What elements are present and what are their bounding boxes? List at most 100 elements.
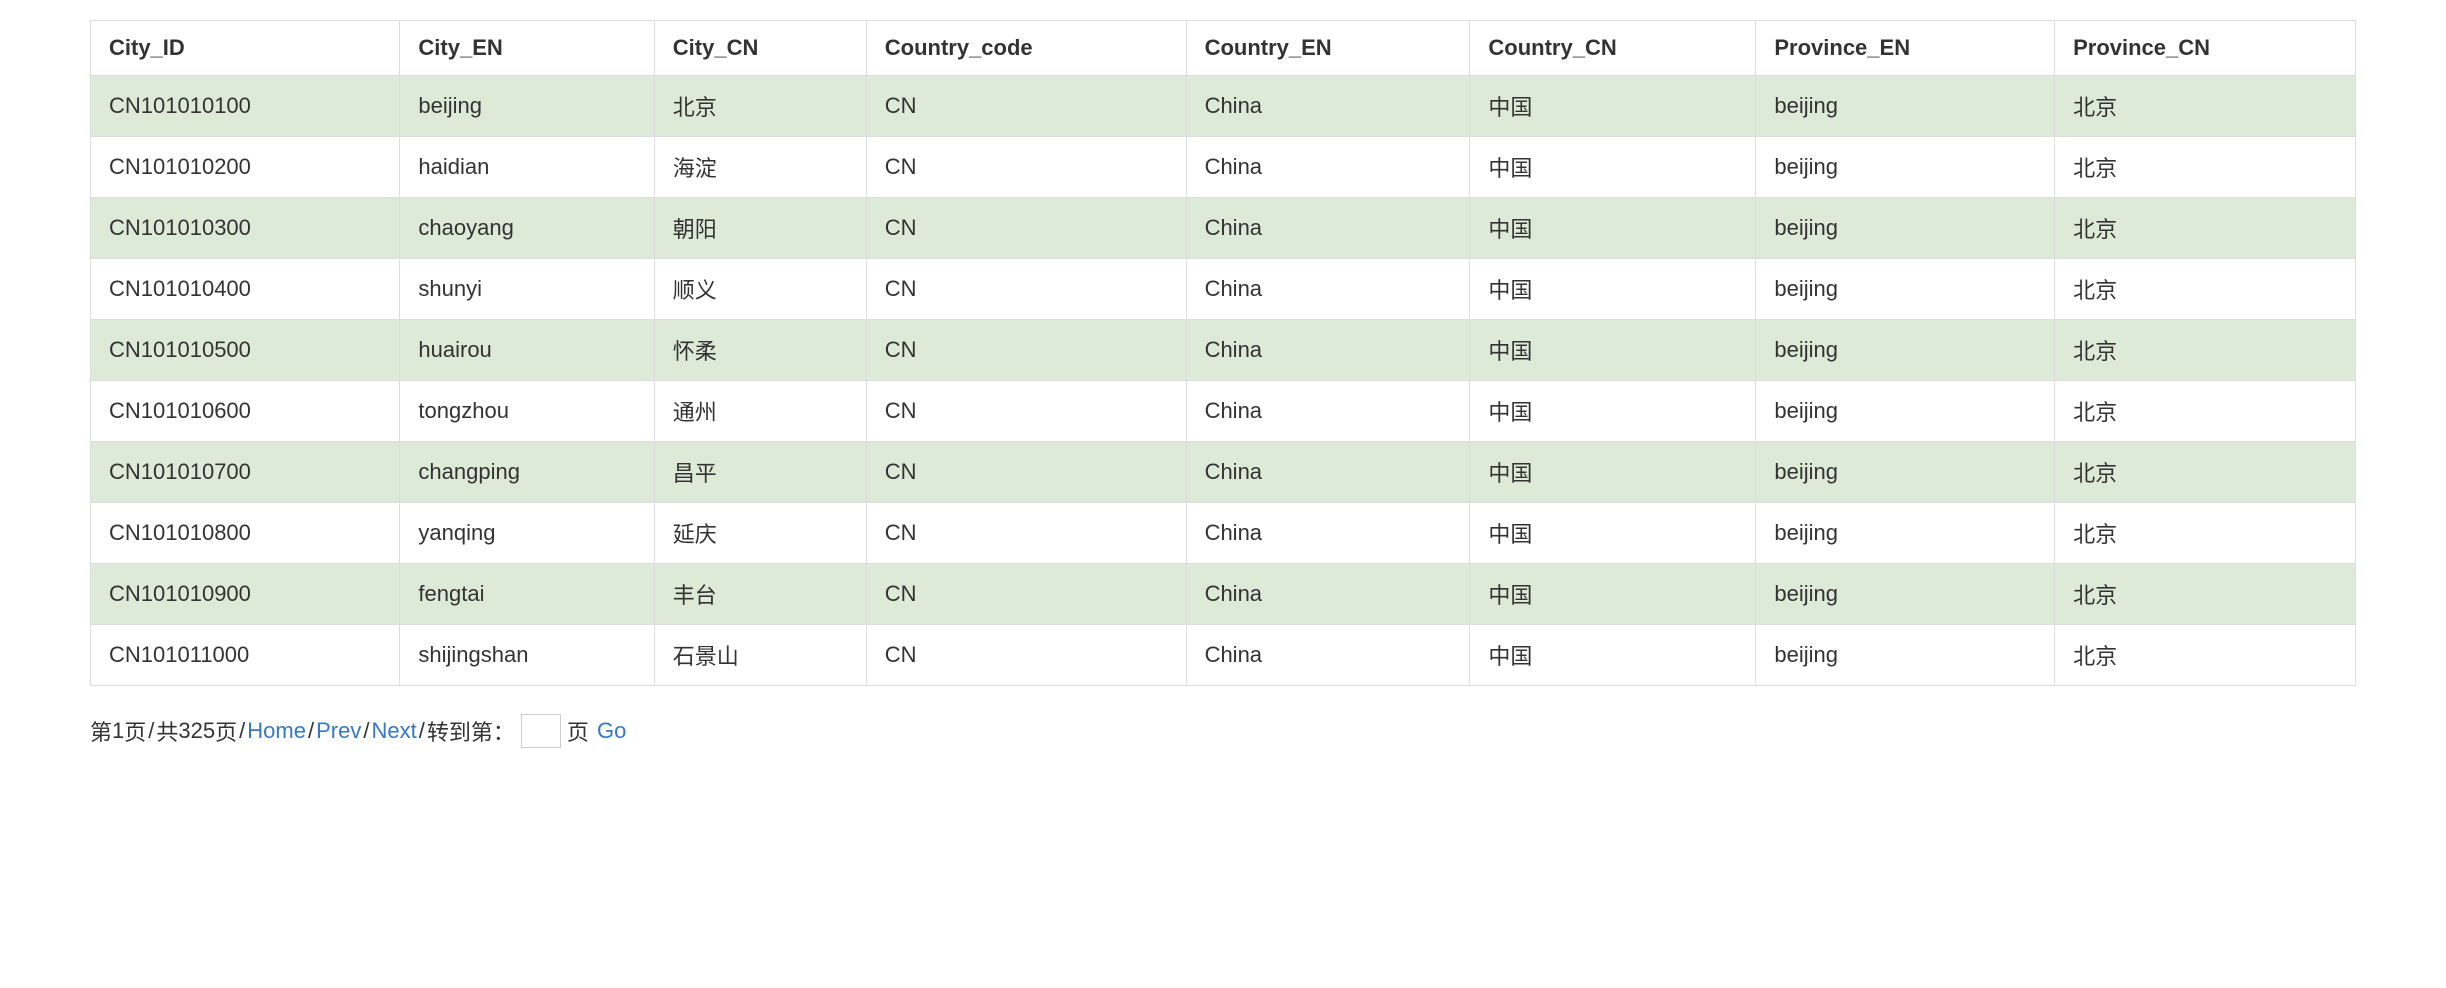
separator: / — [148, 718, 154, 744]
table-cell: 怀柔 — [654, 320, 866, 381]
table-cell: CN101010100 — [91, 76, 400, 137]
separator: / — [363, 718, 369, 744]
table-cell: 北京 — [2055, 442, 2356, 503]
table-cell: China — [1186, 76, 1470, 137]
table-cell: shunyi — [400, 259, 654, 320]
table-cell: CN — [866, 503, 1186, 564]
table-cell: CN101010800 — [91, 503, 400, 564]
table-cell: 石景山 — [654, 625, 866, 686]
current-page-suffix: 页 — [124, 715, 146, 747]
table-cell: 北京 — [2055, 198, 2356, 259]
table-cell: CN — [866, 76, 1186, 137]
table-row: CN101011000shijingshan石景山CNChina中国beijin… — [91, 625, 2356, 686]
table-header-row: City_IDCity_ENCity_CNCountry_codeCountry… — [91, 21, 2356, 76]
table-cell: 延庆 — [654, 503, 866, 564]
home-link[interactable]: Home — [247, 718, 306, 744]
next-link[interactable]: Next — [371, 718, 416, 744]
column-header: City_CN — [654, 21, 866, 76]
table-row: CN101010600tongzhou通州CNChina中国beijing北京 — [91, 381, 2356, 442]
pagination-bar: 第1页/ 共325页/ Home/ Prev/ Next/ 转到第： 页 Go — [90, 714, 2356, 748]
goto-page-input[interactable] — [521, 714, 561, 748]
table-cell: fengtai — [400, 564, 654, 625]
column-header: Country_code — [866, 21, 1186, 76]
column-header: City_ID — [91, 21, 400, 76]
table-row: CN101010900fengtai丰台CNChina中国beijing北京 — [91, 564, 2356, 625]
table-cell: China — [1186, 442, 1470, 503]
table-cell: tongzhou — [400, 381, 654, 442]
table-cell: CN — [866, 137, 1186, 198]
separator: / — [239, 718, 245, 744]
table-cell: China — [1186, 503, 1470, 564]
prev-link[interactable]: Prev — [316, 718, 361, 744]
page-unit-label: 页 — [567, 715, 589, 747]
table-cell: 海淀 — [654, 137, 866, 198]
table-cell: 中国 — [1470, 198, 1756, 259]
table-cell: 北京 — [2055, 503, 2356, 564]
table-cell: 丰台 — [654, 564, 866, 625]
table-cell: beijing — [1756, 198, 2055, 259]
table-cell: beijing — [1756, 442, 2055, 503]
table-cell: 北京 — [654, 76, 866, 137]
table-cell: China — [1186, 198, 1470, 259]
table-cell: beijing — [400, 76, 654, 137]
table-cell: CN — [866, 564, 1186, 625]
table-cell: CN101010200 — [91, 137, 400, 198]
table-cell: China — [1186, 320, 1470, 381]
table-cell: 中国 — [1470, 625, 1756, 686]
table-cell: 中国 — [1470, 137, 1756, 198]
table-cell: China — [1186, 625, 1470, 686]
table-cell: CN101010500 — [91, 320, 400, 381]
table-cell: CN — [866, 381, 1186, 442]
table-cell: 中国 — [1470, 320, 1756, 381]
table-cell: 中国 — [1470, 442, 1756, 503]
column-header: Province_EN — [1756, 21, 2055, 76]
table-row: CN101010800yanqing延庆CNChina中国beijing北京 — [91, 503, 2356, 564]
table-row: CN101010700changping昌平CNChina中国beijing北京 — [91, 442, 2356, 503]
total-pages-prefix: 共 — [156, 715, 178, 747]
table-cell: beijing — [1756, 259, 2055, 320]
table-header: City_IDCity_ENCity_CNCountry_codeCountry… — [91, 21, 2356, 76]
table-cell: 通州 — [654, 381, 866, 442]
table-cell: beijing — [1756, 625, 2055, 686]
table-cell: beijing — [1756, 381, 2055, 442]
column-header: Country_CN — [1470, 21, 1756, 76]
table-cell: CN101010300 — [91, 198, 400, 259]
total-pages-number: 325 — [178, 718, 215, 744]
table-cell: 昌平 — [654, 442, 866, 503]
go-link[interactable]: Go — [597, 718, 626, 744]
table-body: CN101010100beijing北京CNChina中国beijing北京CN… — [91, 76, 2356, 686]
table-cell: China — [1186, 381, 1470, 442]
table-cell: CN101010400 — [91, 259, 400, 320]
table-row: CN101010500huairou怀柔CNChina中国beijing北京 — [91, 320, 2356, 381]
table-row: CN101010400shunyi顺义CNChina中国beijing北京 — [91, 259, 2356, 320]
column-header: Province_CN — [2055, 21, 2356, 76]
total-pages-suffix: 页 — [215, 715, 237, 747]
table-cell: 北京 — [2055, 76, 2356, 137]
table-cell: 朝阳 — [654, 198, 866, 259]
table-cell: 北京 — [2055, 320, 2356, 381]
table-cell: chaoyang — [400, 198, 654, 259]
table-row: CN101010300chaoyang朝阳CNChina中国beijing北京 — [91, 198, 2356, 259]
separator: / — [419, 718, 425, 744]
table-cell: 中国 — [1470, 76, 1756, 137]
goto-label: 转到第： — [427, 715, 515, 747]
table-cell: CN101011000 — [91, 625, 400, 686]
table-cell: China — [1186, 137, 1470, 198]
table-cell: shijingshan — [400, 625, 654, 686]
table-cell: 中国 — [1470, 564, 1756, 625]
table-cell: China — [1186, 259, 1470, 320]
table-cell: CN — [866, 259, 1186, 320]
table-cell: CN — [866, 442, 1186, 503]
table-cell: CN101010900 — [91, 564, 400, 625]
table-cell: 中国 — [1470, 259, 1756, 320]
table-cell: 中国 — [1470, 381, 1756, 442]
table-cell: 北京 — [2055, 137, 2356, 198]
table-row: CN101010200haidian海淀CNChina中国beijing北京 — [91, 137, 2356, 198]
table-cell: huairou — [400, 320, 654, 381]
table-cell: 北京 — [2055, 259, 2356, 320]
table-cell: 中国 — [1470, 503, 1756, 564]
table-cell: 北京 — [2055, 625, 2356, 686]
table-cell: 北京 — [2055, 381, 2356, 442]
table-cell: changping — [400, 442, 654, 503]
table-cell: 顺义 — [654, 259, 866, 320]
